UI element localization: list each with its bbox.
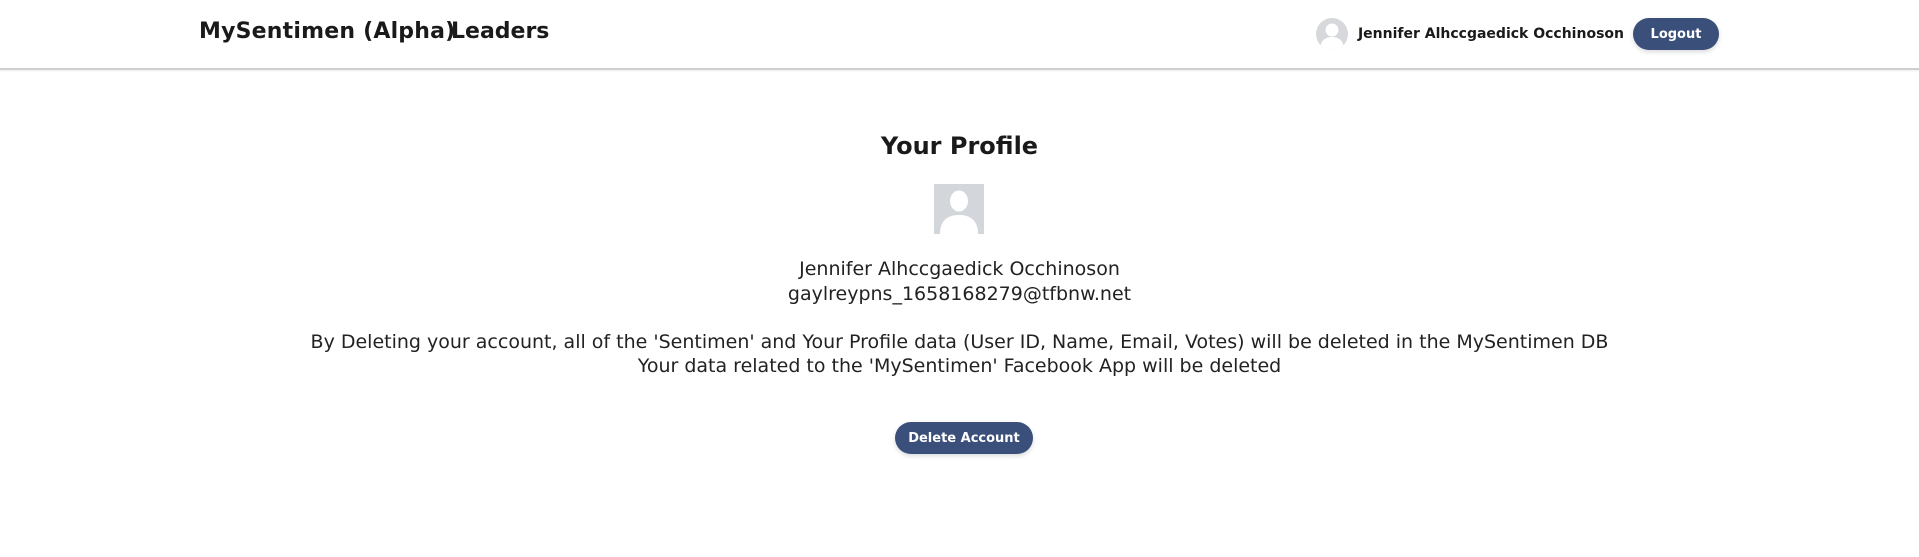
profile-email: gaylreypns_1658168279@tfbnw.net bbox=[787, 283, 1132, 305]
top-navbar: MySentimen (Alpha) Leaders Jennifer Alhc… bbox=[0, 0, 1919, 70]
delete-notice-line-1: By Deleting your account, all of the 'Se… bbox=[310, 331, 1609, 353]
user-silhouette-icon bbox=[1319, 23, 1344, 50]
delete-account-button[interactable]: Delete Account bbox=[895, 422, 1033, 454]
delete-notice-line-2: Your data related to the 'MySentimen' Fa… bbox=[637, 355, 1282, 377]
nav-user-name: Jennifer Alhccgaedick Occhinoson bbox=[1357, 26, 1624, 42]
avatar-icon bbox=[1315, 18, 1348, 50]
nav-link-leaders[interactable]: Leaders bbox=[451, 19, 549, 44]
user-silhouette-icon bbox=[940, 190, 978, 234]
brand-link[interactable]: MySentimen (Alpha) bbox=[199, 19, 455, 44]
profile-name: Jennifer Alhccgaedick Occhinoson bbox=[799, 258, 1120, 280]
profile-avatar-icon bbox=[934, 184, 984, 234]
page-title: Your Profile bbox=[880, 132, 1039, 160]
logout-button[interactable]: Logout bbox=[1633, 18, 1719, 50]
user-menu: Jennifer Alhccgaedick Occhinoson Logout bbox=[1315, 17, 1719, 51]
